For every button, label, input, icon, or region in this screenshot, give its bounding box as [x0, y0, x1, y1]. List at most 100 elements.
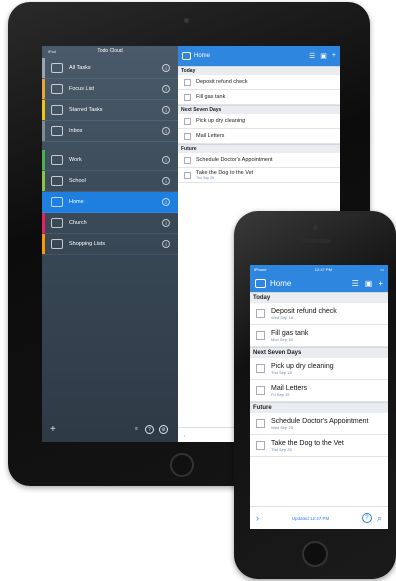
task-title: Deposit refund check — [196, 79, 248, 85]
task-due-date: Wed Sep 18 — [271, 314, 293, 320]
iphone-status-bar: iPhone 12:47 PM ▭ — [250, 265, 388, 274]
task-row[interactable]: Mail Letters Fri Sep 19 — [250, 380, 388, 402]
task-checkbox[interactable] — [256, 331, 265, 340]
help-icon[interactable]: ? — [361, 513, 372, 523]
sort-icon[interactable]: ☰ — [352, 279, 359, 288]
info-icon[interactable]: i — [162, 240, 170, 248]
info-icon[interactable]: i — [162, 127, 170, 135]
home-list-icon — [182, 52, 191, 60]
section-header: Future — [178, 144, 340, 153]
info-icon[interactable]: i — [162, 85, 170, 93]
settings-icon[interactable]: ⚙ — [159, 424, 168, 434]
task-checkbox[interactable] — [184, 78, 191, 86]
task-title: Deposit refund check — [271, 307, 337, 315]
sidebar-item-focus-list[interactable]: Focus List i — [42, 79, 178, 100]
chevron-right-icon[interactable]: › — [256, 513, 259, 523]
list-color-bar — [42, 150, 45, 170]
ipad-list-title: Home — [194, 53, 211, 59]
sidebar-item-church[interactable]: Church i — [42, 213, 178, 234]
add-list-icon[interactable]: + — [50, 424, 56, 435]
list-color-bar — [42, 79, 45, 99]
focus-icon — [51, 84, 63, 94]
task-row[interactable]: Fill gas tank — [178, 90, 340, 105]
task-title: Schedule Doctor's Appointment — [271, 417, 369, 425]
task-due-date: Thu Sep 18 — [271, 369, 292, 375]
info-icon[interactable]: i — [162, 177, 170, 185]
iphone-home-button[interactable] — [302, 541, 328, 567]
edit-icon[interactable]: ▣ — [365, 279, 373, 288]
task-row[interactable]: Schedule Doctor's Appointment Wed Sep 25 — [250, 413, 388, 435]
task-checkbox[interactable] — [256, 386, 265, 395]
task-row[interactable]: Deposit refund check Wed Sep 18 — [250, 303, 388, 325]
sidebar-item-all-tasks[interactable]: All Tasks i — [42, 58, 178, 79]
sidebar-item-label: Home — [69, 199, 84, 205]
task-row[interactable]: Mail Letters — [178, 129, 340, 144]
home-icon — [51, 197, 63, 207]
chevron-right-icon[interactable]: › — [184, 433, 185, 438]
section-header: Today — [250, 292, 388, 303]
battery-icon: ▭ — [380, 267, 384, 272]
task-due-date: Mon Sep 18 — [271, 336, 293, 342]
menu-icon[interactable]: ≡ — [133, 425, 140, 434]
star-icon — [51, 105, 63, 115]
info-icon[interactable]: i — [162, 219, 170, 227]
info-icon[interactable]: i — [162, 198, 170, 206]
task-due-date: Thu Sep 25 — [196, 176, 215, 180]
carrier: iPhone — [254, 267, 267, 272]
task-checkbox[interactable] — [256, 309, 265, 318]
task-checkbox[interactable] — [184, 171, 191, 179]
home-list-icon — [255, 278, 266, 288]
task-row[interactable]: Pick up dry cleaning Thu Sep 18 — [250, 358, 388, 380]
sidebar-item-label: Inbox — [69, 128, 83, 134]
task-due-date: Thu Sep 25 — [271, 446, 292, 452]
info-icon[interactable]: i — [162, 156, 170, 164]
list-color-bar — [42, 192, 45, 212]
sidebar-item-shopping-lists[interactable]: Shopping Lists i — [42, 234, 178, 255]
iphone-updated: Updated 12:47 PM — [291, 515, 330, 521]
sidebar-item-label: Starred Tasks — [69, 107, 103, 113]
sidebar-separator — [42, 142, 178, 150]
add-task-icon[interactable]: + — [378, 279, 383, 288]
section-header: Next Seven Days — [178, 105, 340, 114]
help-icon[interactable]: ? — [145, 424, 154, 434]
task-row[interactable]: Take the Dog to the Vet Thu Sep 25 — [250, 435, 388, 457]
task-title: Mail Letters — [271, 384, 308, 392]
sidebar-item-starred-tasks[interactable]: Starred Tasks i — [42, 100, 178, 121]
task-checkbox[interactable] — [184, 132, 191, 140]
task-checkbox[interactable] — [184, 156, 191, 164]
sidebar-item-work[interactable]: Work i — [42, 150, 178, 171]
status-time: 12:47 PM — [314, 267, 332, 272]
sidebar-item-label: Shopping Lists — [69, 241, 106, 247]
task-row[interactable]: Take the Dog to the Vet Thu Sep 25 — [178, 168, 340, 183]
task-checkbox[interactable] — [256, 364, 265, 373]
list-color-bar — [42, 171, 45, 191]
sidebar-item-label: All Tasks — [69, 65, 91, 71]
add-task-icon[interactable]: + — [332, 52, 336, 60]
task-row[interactable]: Fill gas tank Mon Sep 18 — [250, 325, 388, 347]
task-row[interactable]: Pick up dry cleaning — [178, 114, 340, 129]
iphone-screen: iPhone 12:47 PM ▭ Home ☰ ▣ + Today Deposi… — [250, 265, 388, 529]
task-title: Fill gas tank — [196, 94, 226, 100]
sidebar: iPad Todo Cloud All Tasks i Focus List i Sta… — [42, 46, 178, 442]
task-checkbox[interactable] — [184, 117, 191, 125]
book-icon — [51, 176, 63, 186]
sidebar-item-home[interactable]: Home i — [42, 192, 178, 213]
sidebar-title: Todo Cloud — [97, 48, 123, 54]
sidebar-item-school[interactable]: School i — [42, 171, 178, 192]
search-icon[interactable]: ⌕ — [377, 513, 382, 524]
sort-icon[interactable]: ☰ — [309, 52, 315, 60]
task-title: Pick up dry cleaning — [196, 118, 246, 124]
task-checkbox[interactable] — [256, 419, 265, 428]
task-row[interactable]: Schedule Doctor's Appointment — [178, 153, 340, 168]
task-title: Fill gas tank — [271, 329, 309, 337]
iphone-footer: › Updated 12:47 PM ? ⌕ — [250, 506, 388, 529]
sidebar-item-inbox[interactable]: Inbox i — [42, 121, 178, 142]
iphone-speaker — [299, 239, 331, 243]
task-checkbox[interactable] — [256, 441, 265, 450]
info-icon[interactable]: i — [162, 106, 170, 114]
edit-icon[interactable]: ▣ — [320, 52, 327, 60]
ipad-home-button[interactable] — [170, 453, 194, 477]
task-checkbox[interactable] — [184, 93, 191, 101]
task-row[interactable]: Deposit refund check — [178, 75, 340, 90]
info-icon[interactable]: i — [162, 64, 170, 72]
